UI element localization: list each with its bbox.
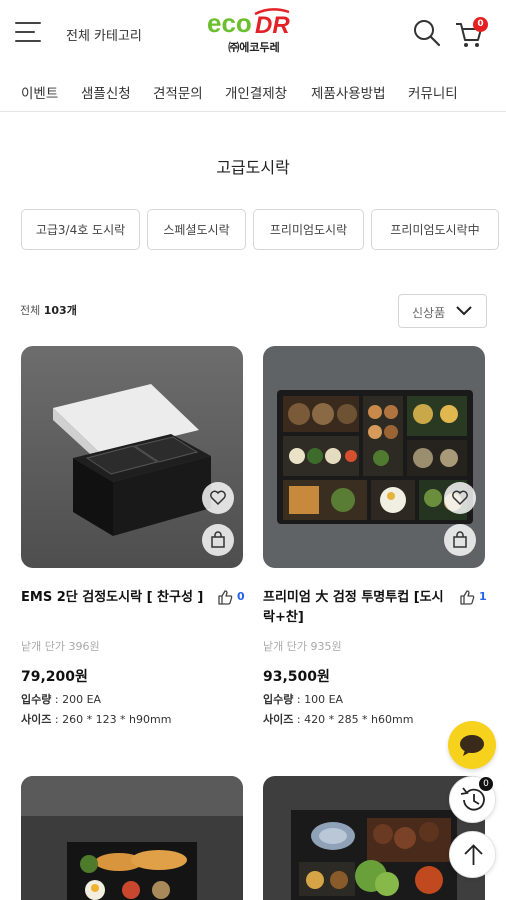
nav-item-quote[interactable]: 견적문의: [153, 82, 203, 102]
cart-icon[interactable]: 0: [454, 17, 488, 49]
cart-count-badge: 0: [473, 17, 488, 32]
history-count-badge: 0: [479, 777, 493, 791]
product-count: 전체 103개: [20, 302, 77, 318]
product-image[interactable]: [263, 346, 485, 568]
wishlist-heart-icon[interactable]: [202, 482, 234, 514]
nav-item-payment[interactable]: 개인결제창: [225, 82, 287, 102]
like-button[interactable]: 1: [459, 589, 487, 607]
like-count: 1: [479, 590, 487, 603]
eco-dr-logo: eco DR: [207, 8, 290, 38]
product-photo-fried-bento: [21, 776, 243, 900]
chip-premium-medium[interactable]: 프리미엄도시락中: [371, 209, 499, 250]
product-image[interactable]: [21, 346, 243, 568]
product-card[interactable]: 프리미엄 大 검정 투명투컵 [도시락+찬] 1 낱개 단가 935원 93,5…: [263, 346, 487, 736]
recently-viewed-button[interactable]: 0: [449, 776, 496, 823]
chip-special[interactable]: 스페셜도시락: [147, 209, 246, 250]
logo-subtitle: ㈜에코두레: [228, 41, 280, 54]
unit-price: 낱개 단가 935원: [263, 640, 342, 653]
svg-text:DR: DR: [255, 12, 290, 38]
chevron-down-icon: [456, 306, 472, 316]
product-size: 사이즈 : 420 * 285 * h60mm: [263, 713, 414, 726]
product-card[interactable]: [21, 776, 243, 900]
add-to-cart-bag-icon[interactable]: [444, 524, 476, 556]
product-name[interactable]: 프리미엄 大 검정 투명투컵 [도시락+찬]: [263, 588, 453, 628]
product-price: 79,200원: [21, 669, 88, 685]
hamburger-menu-icon[interactable]: [15, 20, 43, 44]
product-card[interactable]: EMS 2단 검정도시락 [ 찬구성 ] 0 낱개 단가 396원 79,200…: [21, 346, 245, 736]
product-price: 93,500원: [263, 669, 330, 685]
sort-label: 신상품: [412, 306, 446, 320]
subcategory-chips: 고급3/4호 도시락 스페셜도시락 프리미엄도시락 프리미엄도시락中: [0, 209, 506, 251]
logo[interactable]: eco DR ㈜에코두레: [205, 8, 303, 58]
search-icon[interactable]: [412, 18, 442, 48]
unit-price: 낱개 단가 396원: [21, 640, 100, 653]
sort-dropdown[interactable]: 신상품: [398, 294, 487, 328]
chip-premium-3-4[interactable]: 고급3/4호 도시락: [21, 209, 140, 250]
nav-item-sample[interactable]: 샘플신청: [81, 82, 131, 102]
product-image[interactable]: [21, 776, 243, 900]
svg-text:eco: eco: [207, 8, 252, 38]
chip-premium[interactable]: 프리미엄도시락: [253, 209, 364, 250]
product-quantity: 입수량 : 200 EA: [21, 693, 102, 706]
header: 전체 카테고리 eco DR ㈜에코두레 0: [0, 0, 506, 66]
thumbs-up-icon: [218, 590, 233, 605]
wishlist-heart-icon[interactable]: [444, 482, 476, 514]
count-number: 103개: [43, 304, 77, 317]
product-name[interactable]: EMS 2단 검정도시락 [ 찬구성 ]: [21, 588, 211, 608]
all-categories-link[interactable]: 전체 카테고리: [66, 25, 142, 44]
arrow-up-icon: [464, 844, 483, 865]
add-to-cart-bag-icon[interactable]: [202, 524, 234, 556]
like-count: 0: [237, 590, 245, 603]
chat-button[interactable]: [448, 721, 496, 769]
nav-item-event[interactable]: 이벤트: [21, 82, 58, 102]
chat-bubble-icon: [460, 735, 484, 756]
scroll-to-top-button[interactable]: [449, 831, 496, 878]
count-prefix: 전체: [20, 304, 41, 317]
product-size: 사이즈 : 260 * 123 * h90mm: [21, 713, 172, 726]
nav-item-community[interactable]: 커뮤니티: [408, 82, 458, 102]
like-button[interactable]: 0: [217, 589, 245, 607]
thumbs-up-icon: [460, 590, 475, 605]
product-quantity: 입수량 : 100 EA: [263, 693, 344, 706]
page-title: 고급도시락: [216, 158, 290, 177]
nav-item-usage[interactable]: 제품사용방법: [311, 82, 386, 102]
main-nav: 이벤트 샘플신청 견적문의 개인결제창 제품사용방법 커뮤니티: [0, 74, 506, 112]
